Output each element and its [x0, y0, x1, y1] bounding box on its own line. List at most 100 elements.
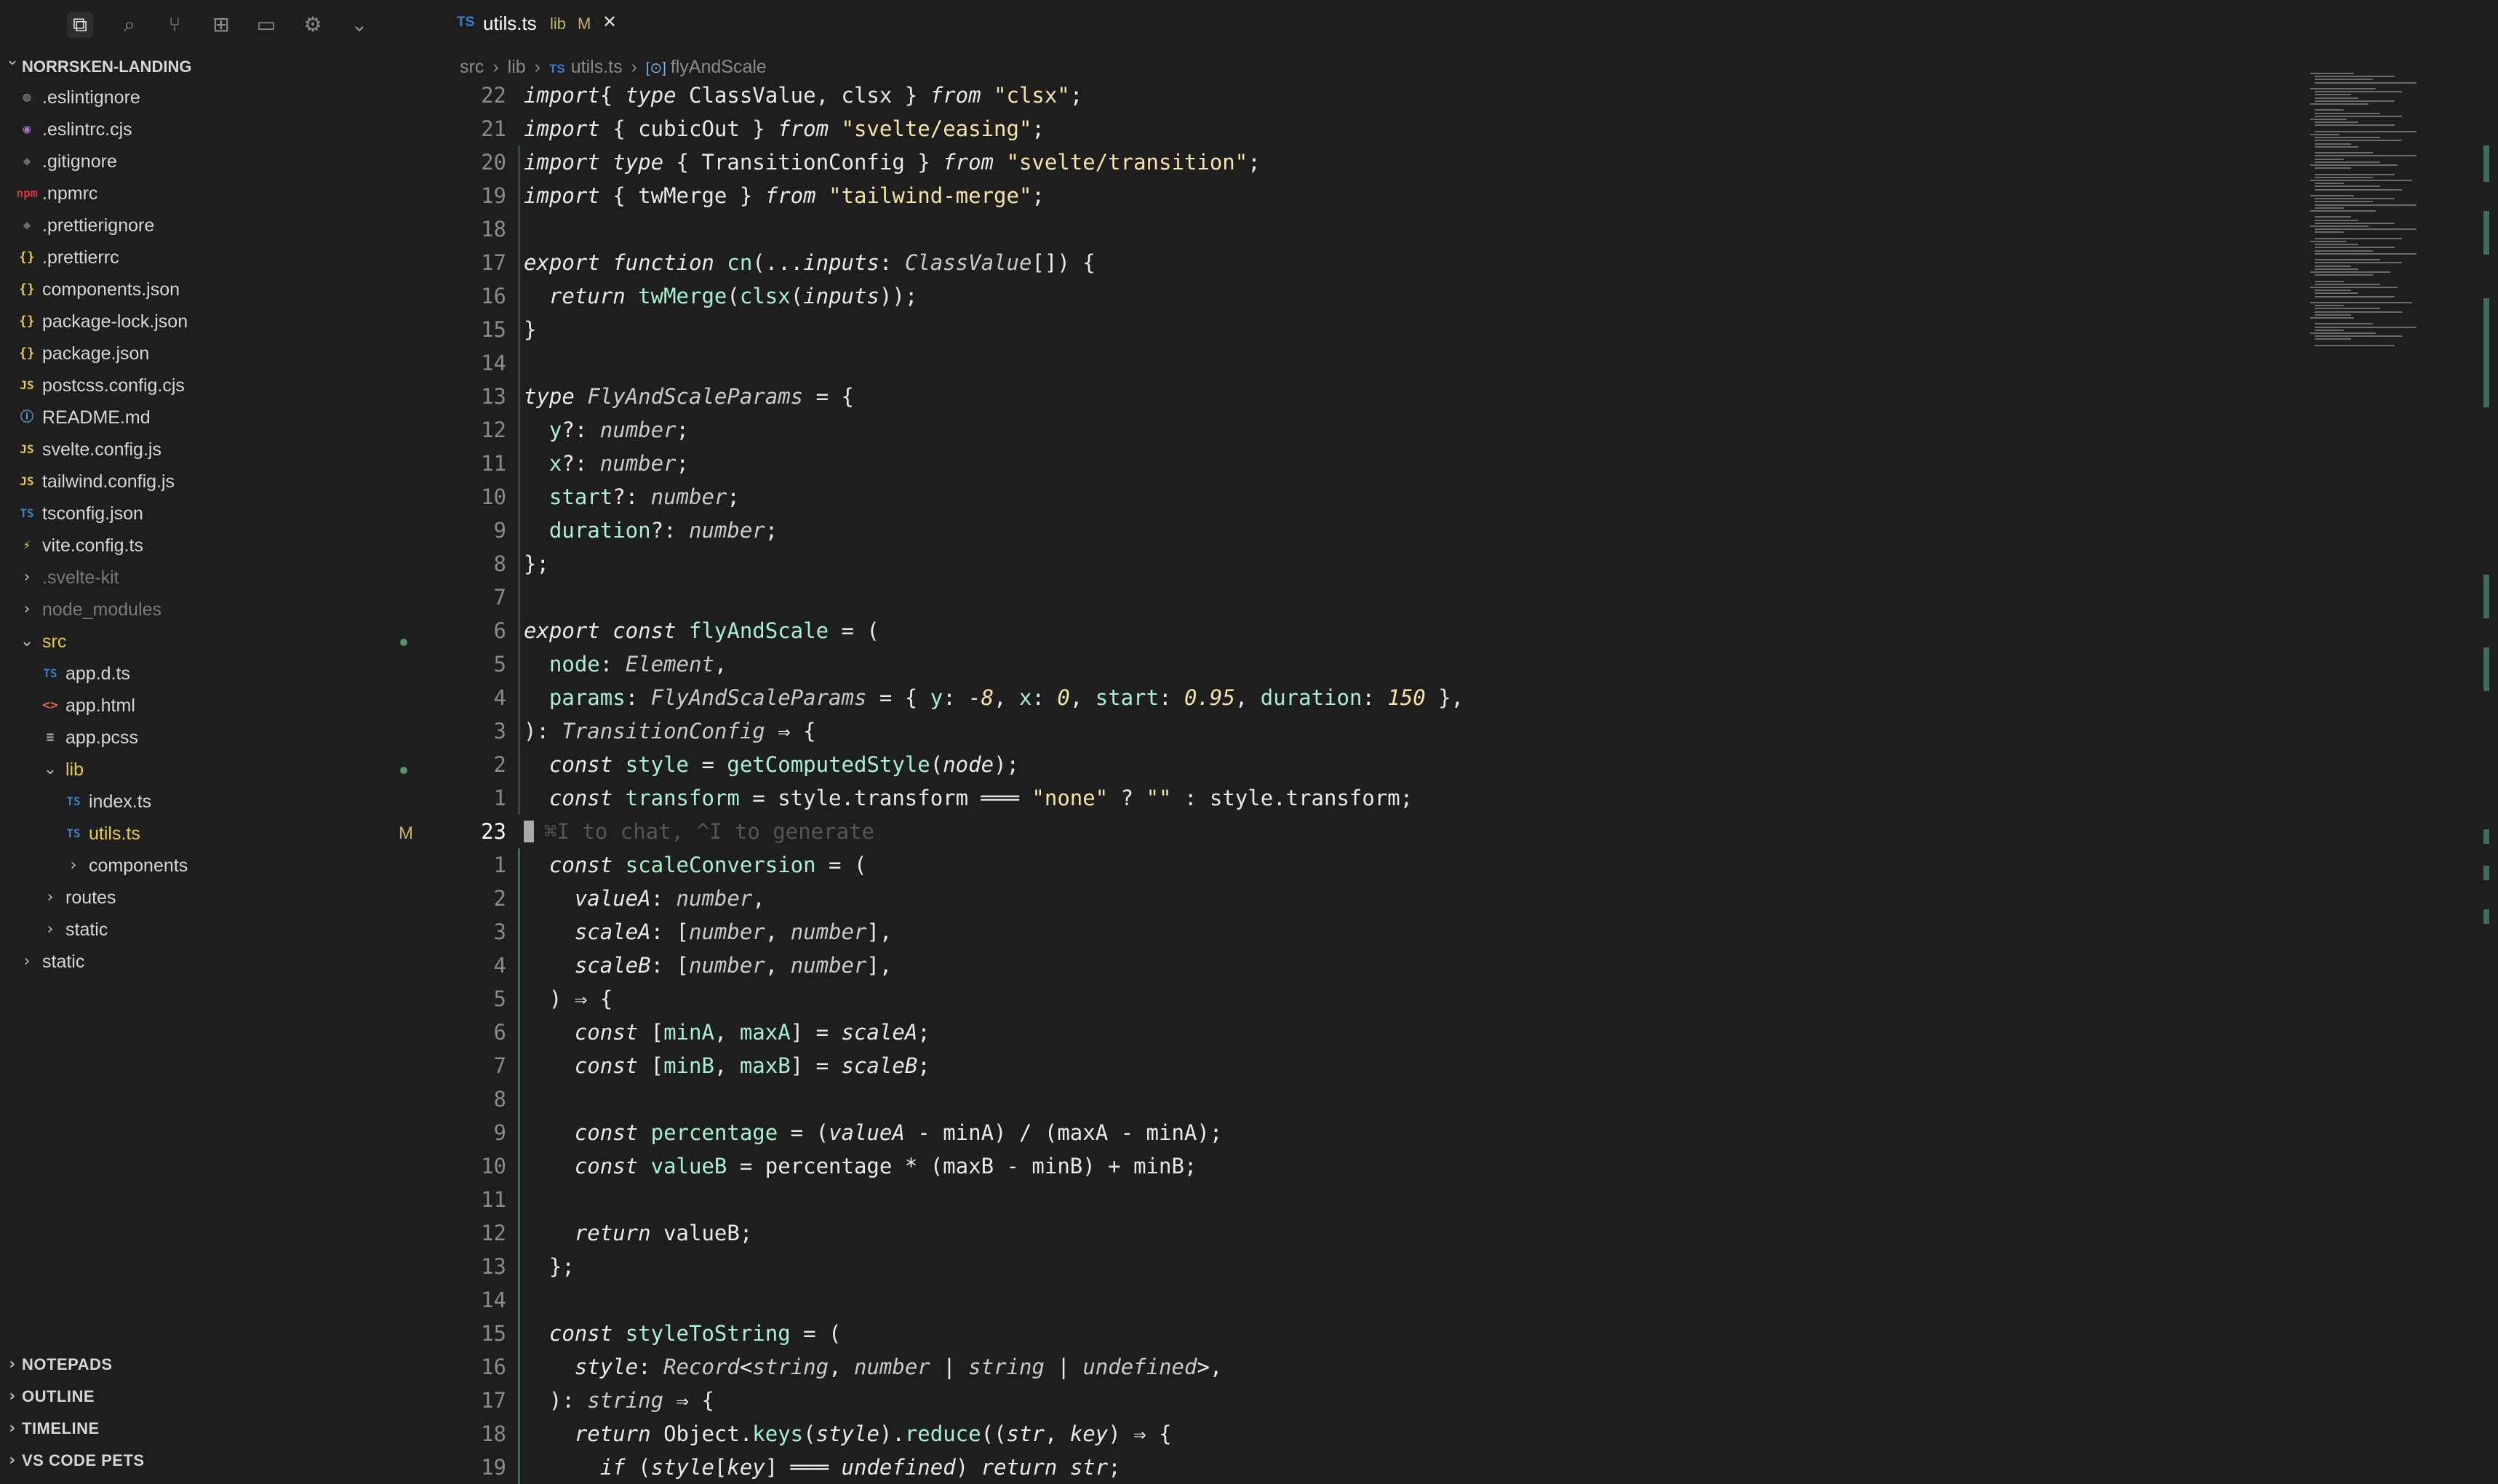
files-icon[interactable]: ⧉ — [67, 12, 93, 38]
code-line[interactable]: 5 ) ⇒ { — [435, 982, 2297, 1016]
git-change-marker — [518, 781, 520, 815]
section-label: TIMELINE — [22, 1419, 100, 1437]
extensions-icon[interactable]: ⊞ — [208, 12, 234, 38]
code-text: const [minA, maxA] = scaleA; — [524, 1016, 930, 1049]
code-line[interactable]: 18 — [435, 212, 2297, 246]
code-line[interactable]: 1 const scaleConversion = ( — [435, 848, 2297, 882]
code-line[interactable]: 17 ): string ⇒ { — [435, 1384, 2297, 1417]
folder-item[interactable]: ⌄ src — [0, 626, 435, 658]
more-chevron-icon[interactable]: ⌄ — [346, 12, 372, 38]
file-item[interactable]: {} components.json — [0, 274, 435, 306]
code-line[interactable]: 3): TransitionConfig ⇒ { — [435, 714, 2297, 748]
code-line[interactable]: 14 — [435, 1283, 2297, 1317]
token: maxB — [739, 1053, 791, 1078]
code-line[interactable]: 10 start?: number; — [435, 480, 2297, 514]
code-line[interactable]: 17 export function cn(...inputs: ClassVal… — [435, 246, 2297, 279]
file-item[interactable]: ≡ app.pcss — [0, 722, 435, 754]
code-line[interactable]: 13 type FlyAndScaleParams = { — [435, 380, 2297, 413]
section-timeline[interactable]: › TIMELINE — [0, 1413, 435, 1445]
file-item[interactable]: TS index.ts — [0, 786, 435, 818]
explorer-root-header[interactable]: ⌄ NORRSKEN-LANDING — [0, 51, 435, 79]
folder-item[interactable]: › components — [0, 850, 435, 882]
code-line[interactable]: 6 const [minA, maxA] = scaleA; — [435, 1016, 2297, 1049]
folder-item[interactable]: ⌄ lib — [0, 754, 435, 786]
file-item[interactable]: TS tsconfig.json — [0, 498, 435, 530]
code-line[interactable]: 16 style: Record<string, number | string… — [435, 1350, 2297, 1384]
code-line[interactable]: 4 params: FlyAndScaleParams = { y: -8, x… — [435, 681, 2297, 714]
file-item[interactable]: {} .prettierrc — [0, 242, 435, 274]
code-editor[interactable]: 22 import{ type ClassValue, clsx } from "… — [435, 79, 2297, 1484]
section-notepads[interactable]: › NOTEPADS — [0, 1349, 435, 1381]
close-icon[interactable]: ✕ — [602, 12, 617, 32]
token: key — [1069, 1421, 1109, 1446]
breadcrumb-symbol[interactable]: flyAndScale — [671, 57, 767, 77]
code-line[interactable]: 18 return Object.keys(style).reduce((str… — [435, 1417, 2297, 1451]
file-item[interactable]: ◆ .prettierignore — [0, 210, 435, 242]
section-label: VS CODE PETS — [22, 1451, 145, 1469]
file-item[interactable]: ◍ .eslintignore — [0, 81, 435, 113]
code-line[interactable]: 8}; — [435, 547, 2297, 581]
code-line[interactable]: 15 const styleToString = ( — [435, 1317, 2297, 1350]
code-line[interactable]: 3 scaleA: [number, number], — [435, 915, 2297, 949]
code-line[interactable]: 9 duration?: number; — [435, 514, 2297, 547]
minimap[interactable] — [2310, 73, 2456, 364]
code-line[interactable]: 19 import { twMerge } from "tailwind-merg… — [435, 179, 2297, 212]
code-line[interactable]: 20 import type { TransitionConfig } from … — [435, 145, 2297, 179]
file-item[interactable]: npm .npmrc — [0, 177, 435, 210]
code-line[interactable]: 9 const percentage = (valueA - minA) / (… — [435, 1116, 2297, 1149]
code-line[interactable]: 7 — [435, 581, 2297, 614]
file-item[interactable]: TS app.d.ts — [0, 658, 435, 690]
search-icon[interactable]: ⌕ — [116, 12, 143, 38]
file-item[interactable]: ⚡ vite.config.ts — [0, 530, 435, 562]
file-item[interactable]: {} package-lock.json — [0, 306, 435, 338]
code-line[interactable]: 12 return valueB; — [435, 1216, 2297, 1250]
code-line[interactable]: 7 const [minB, maxB] = scaleB; — [435, 1049, 2297, 1082]
code-line[interactable]: 11 — [435, 1183, 2297, 1216]
tab-utils-ts[interactable]: TS utils.ts lib M ✕ — [435, 0, 631, 49]
code-line[interactable]: 2 const style = getComputedStyle(node); — [435, 748, 2297, 781]
file-item[interactable]: {} package.json — [0, 338, 435, 370]
code-line[interactable]: 16 return twMerge(clsx(inputs)); — [435, 279, 2297, 313]
code-line[interactable]: 5 node: Element, — [435, 647, 2297, 681]
file-item[interactable]: JS svelte.config.js — [0, 434, 435, 466]
code-line[interactable]: 22 import{ type ClassValue, clsx } from "… — [435, 79, 2297, 112]
code-line[interactable]: 14 — [435, 346, 2297, 380]
code-line[interactable]: 8 — [435, 1082, 2297, 1116]
file-item[interactable]: TS utils.ts M — [0, 818, 435, 850]
section-outline[interactable]: › OUTLINE — [0, 1381, 435, 1413]
code-line[interactable]: 10 const valueB = percentage * (maxB - m… — [435, 1149, 2297, 1183]
file-item[interactable]: ⓘ README.md — [0, 402, 435, 434]
code-line[interactable]: 6 export const flyAndScale = ( — [435, 614, 2297, 647]
breadcrumb-segment[interactable]: utils.ts — [571, 57, 623, 77]
file-item[interactable]: ◉ .eslintrc.cjs — [0, 113, 435, 145]
folder-item[interactable]: › static — [0, 914, 435, 946]
remote-icon[interactable]: ⚙ — [300, 12, 326, 38]
breadcrumb-segment[interactable]: src — [460, 57, 484, 77]
section-label: OUTLINE — [22, 1387, 95, 1405]
file-item[interactable]: <> app.html — [0, 690, 435, 722]
file-item[interactable]: ◆ .gitignore — [0, 145, 435, 177]
section-vs-code-pets[interactable]: › VS CODE PETS — [0, 1445, 435, 1477]
code-line[interactable]: 15} — [435, 313, 2297, 346]
code-line[interactable]: 21 import { cubicOut } from "svelte/easin… — [435, 112, 2297, 145]
folder-item[interactable]: › node_modules — [0, 594, 435, 626]
code-line[interactable]: 2 valueA: number, — [435, 882, 2297, 915]
folder-item[interactable]: › static — [0, 946, 435, 978]
folder-icon[interactable]: ▭ — [253, 12, 279, 38]
line-number: 19 — [481, 1455, 506, 1480]
code-line[interactable]: 13 }; — [435, 1250, 2297, 1283]
scrollbar[interactable] — [2483, 73, 2491, 1382]
code-line[interactable]: 4 scaleB: [number, number], — [435, 949, 2297, 982]
breadcrumb-segment[interactable]: lib — [508, 57, 526, 77]
folder-item[interactable]: › routes — [0, 882, 435, 914]
source-control-icon[interactable]: ⑂ — [161, 12, 188, 38]
file-item[interactable]: JS postcss.config.cjs — [0, 370, 435, 402]
code-line[interactable]: 19 if (style[key] ═══ undefined) return … — [435, 1451, 2297, 1484]
token: valueA — [574, 886, 651, 911]
code-line[interactable]: 1 const transform = style.transform ═══ … — [435, 781, 2297, 815]
file-item[interactable]: JS tailwind.config.js — [0, 466, 435, 498]
code-line[interactable]: 11 x?: number; — [435, 447, 2297, 480]
current-line[interactable]: 23 ⌘I to chat, ^I to generate — [435, 815, 2297, 848]
folder-item[interactable]: › .svelte-kit — [0, 562, 435, 594]
code-line[interactable]: 12 y?: number; — [435, 413, 2297, 447]
